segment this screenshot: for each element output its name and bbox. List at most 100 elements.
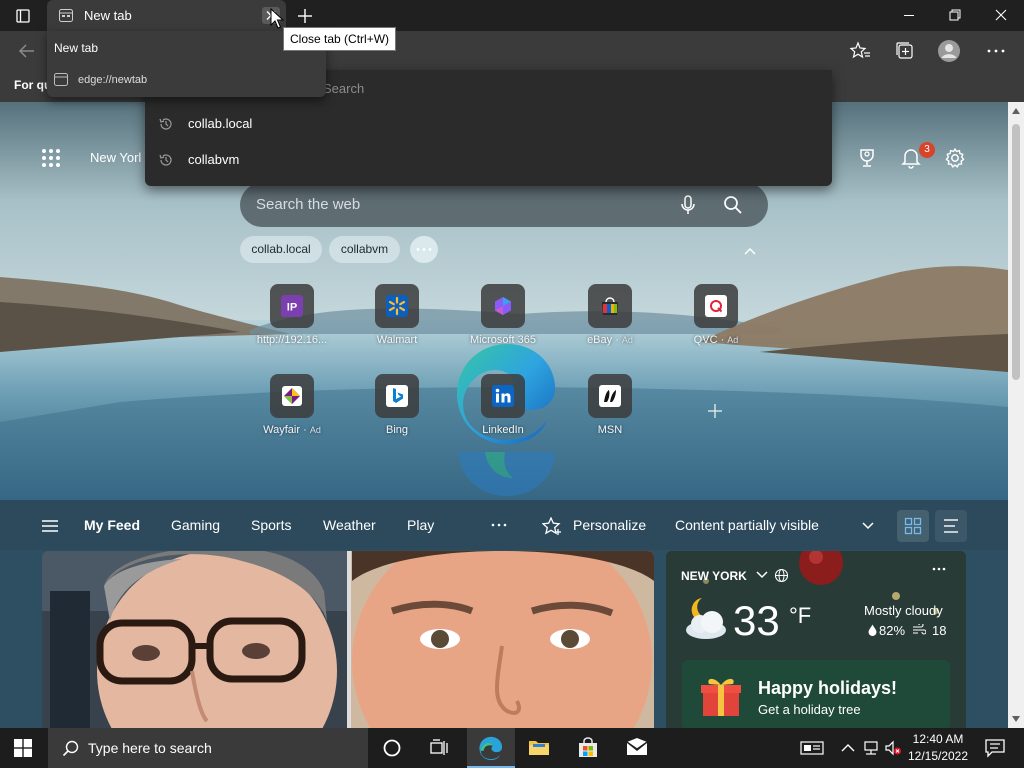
collapse-quick-links-icon[interactable] [743, 246, 757, 256]
windows-taskbar: Type here to search 12:40 AM 12/15/2022 [0, 728, 1024, 768]
title-bar: New tab [0, 0, 1024, 31]
edge-icon [479, 736, 503, 760]
feed-tab-sports[interactable]: Sports [251, 517, 291, 533]
gift-box-icon [701, 678, 741, 716]
feed-tab-weather[interactable]: Weather [323, 517, 376, 533]
chevron-down-icon[interactable] [755, 570, 769, 580]
quick-link-tile[interactable]: Walmart [352, 284, 442, 356]
page-settings-gear-icon[interactable] [943, 146, 967, 170]
quick-link-tile[interactable]: Bing [352, 374, 442, 446]
minimize-icon[interactable] [886, 0, 932, 31]
taskbar-search-box[interactable]: Type here to search [48, 728, 368, 768]
action-center-icon[interactable] [984, 738, 1006, 758]
scrollbar-thumb[interactable] [1012, 124, 1020, 380]
feed-menu-hamburger-icon[interactable] [40, 519, 60, 533]
more-menu-icon[interactable] [984, 39, 1008, 63]
tab-actions-icon[interactable] [12, 6, 34, 26]
show-hidden-icons-chevron-icon[interactable] [839, 740, 857, 756]
feed-tab-play[interactable]: Play [407, 517, 434, 533]
microphone-icon[interactable] [677, 194, 699, 216]
news-article-card[interactable] [42, 551, 654, 728]
weather-card[interactable]: NEW YORK 33 °F Mostly cloudy 82% 18 Happ… [666, 551, 966, 728]
search-history-chip[interactable]: collab.local [240, 236, 322, 263]
history-clock-icon [159, 118, 172, 130]
back-arrow-icon[interactable] [16, 41, 38, 61]
feed-tab-gaming[interactable]: Gaming [171, 517, 220, 533]
mail-icon[interactable] [625, 736, 649, 760]
list-view-icon [944, 519, 958, 533]
web-search-box[interactable]: Search the web [240, 183, 768, 227]
collections-icon[interactable] [893, 39, 917, 63]
quick-link-tile[interactable]: MSN [565, 374, 655, 446]
partly-cloudy-night-icon [686, 598, 726, 639]
windows-start-icon[interactable] [14, 739, 32, 757]
feed-tab-my-feed[interactable]: My Feed [84, 517, 140, 533]
location-text[interactable]: New Yorl [90, 150, 141, 165]
suggestion-item[interactable]: collab.local [145, 106, 832, 142]
suggestion-item[interactable]: collabvm [145, 142, 832, 178]
microsoft-store-icon[interactable] [576, 736, 600, 760]
scroll-up-icon[interactable] [1011, 106, 1021, 116]
search-placeholder: Search the web [256, 196, 361, 213]
scroll-down-icon[interactable] [1011, 714, 1021, 724]
profile-avatar-icon[interactable] [937, 39, 961, 63]
suggestion-text: collab.local [188, 116, 253, 131]
weather-humidity: 82% [879, 623, 906, 638]
weather-city[interactable]: NEW YORK [681, 569, 747, 583]
taskbar-edge-button[interactable] [467, 728, 515, 768]
quick-link-label: LinkedIn [482, 424, 524, 436]
quick-link-tile[interactable]: QVC · Ad [671, 284, 761, 356]
suggestion-text: collabvm [188, 152, 240, 167]
bing-icon [386, 385, 408, 407]
linkedin-icon [492, 385, 514, 407]
more-chips-icon[interactable] [410, 236, 438, 263]
close-tab-tooltip: Close tab (Ctrl+W) [283, 27, 397, 51]
msn-icon [599, 385, 621, 407]
address-bar-search-hint: Search [323, 81, 365, 96]
app-launcher-icon[interactable] [40, 147, 62, 169]
feed-more-icon[interactable] [490, 516, 508, 534]
weather-more-icon[interactable] [931, 566, 947, 572]
restore-icon[interactable] [932, 0, 978, 31]
rewards-trophy-icon[interactable] [856, 147, 878, 169]
grid-layout-button[interactable] [897, 510, 929, 542]
quick-link-label: MSN [597, 424, 623, 436]
weather-condition: Mostly cloudy [864, 603, 943, 618]
favorites-icon[interactable] [848, 39, 872, 63]
list-layout-button[interactable] [935, 510, 967, 542]
location-globe-icon[interactable] [774, 568, 789, 583]
search-icon[interactable] [722, 194, 744, 216]
tab-new-tab[interactable]: New tab [47, 0, 286, 31]
page-scrollbar[interactable] [1008, 102, 1024, 728]
add-quick-link-plus-icon[interactable] [706, 402, 724, 420]
close-window-icon[interactable] [978, 0, 1024, 31]
weather-unit[interactable]: °F [789, 603, 811, 629]
system-clock[interactable]: 12:40 AM 12/15/2022 [900, 731, 976, 765]
quick-link-tile[interactable]: Wayfair · Ad [247, 374, 337, 446]
promo-subtitle: Get a holiday tree [758, 702, 861, 717]
taskbar-search-placeholder: Type here to search [88, 740, 212, 756]
personalize-icon[interactable] [542, 517, 562, 535]
news-widget-icon[interactable] [800, 740, 824, 756]
quick-link-tile[interactable]: eBay · Ad [565, 284, 655, 356]
walmart-icon [386, 295, 408, 317]
task-view-icon[interactable] [428, 736, 452, 760]
network-icon[interactable] [862, 740, 880, 756]
personalize-button[interactable]: Personalize [573, 517, 646, 533]
chevron-down-icon[interactable] [861, 521, 875, 531]
holiday-promo[interactable]: Happy holidays! Get a holiday tree [682, 660, 950, 728]
quick-link-tile[interactable]: LinkedIn [458, 374, 548, 446]
quick-link-label: Bing [385, 424, 409, 436]
quick-link-label: http://192.16... [256, 334, 328, 346]
promo-title: Happy holidays! [758, 678, 898, 698]
clock-time: 12:40 AM [912, 732, 964, 746]
content-visibility-dropdown[interactable]: Content partially visible [675, 517, 819, 533]
favorites-bar-text: For qu [14, 78, 52, 92]
quick-link-tile[interactable]: IP http://192.16... [247, 284, 337, 356]
cortana-icon[interactable] [380, 736, 404, 760]
new-tab-plus-icon[interactable] [295, 6, 315, 26]
search-history-chip[interactable]: collabvm [329, 236, 400, 263]
file-explorer-icon[interactable] [527, 736, 551, 760]
ad-label: Ad [309, 425, 321, 435]
ebay-icon [602, 297, 618, 315]
